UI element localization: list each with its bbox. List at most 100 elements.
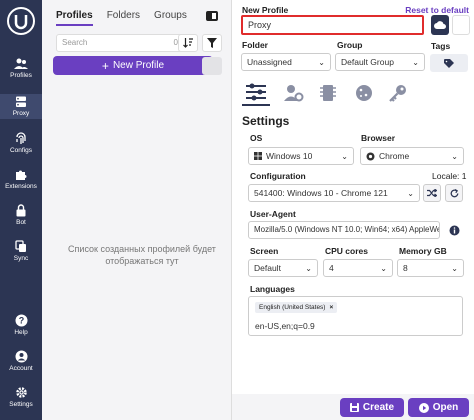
sidebar-item-configs[interactable]: Configs [0, 132, 42, 154]
lock-icon [16, 204, 26, 217]
tab-general[interactable] [242, 80, 270, 106]
tab-profiles[interactable]: Profiles [56, 10, 93, 26]
cookie-icon [356, 85, 372, 101]
gear-icon [15, 387, 27, 398]
languages-input[interactable]: English (United States) × en-US,en;q=0.9 [248, 296, 463, 336]
server-icon [16, 96, 26, 107]
profile-name-input[interactable]: Proxy [241, 15, 424, 35]
info-icon [449, 225, 459, 235]
group-select[interactable]: Default Group ⌄ [335, 53, 425, 71]
languages-label: Languages [250, 284, 295, 294]
cloud-storage-button[interactable] [431, 15, 449, 35]
tab-keys[interactable] [384, 80, 412, 106]
folder-select[interactable]: Unassigned ⌄ [241, 53, 331, 71]
tab-folders[interactable]: Folders [107, 10, 140, 26]
sync-icon [15, 240, 26, 252]
filter-button[interactable] [202, 34, 222, 52]
folder-label: Folder [242, 40, 268, 50]
tags-button[interactable] [430, 54, 468, 72]
sidebar-item-account[interactable]: Account [0, 350, 42, 372]
sidebar-item-label: Proxy [12, 110, 30, 117]
play-icon [418, 402, 429, 413]
puzzle-icon [15, 170, 26, 180]
create-button[interactable]: Create [340, 398, 404, 417]
group-label: Group [337, 40, 363, 50]
quick-profile-button[interactable] [202, 57, 222, 75]
fingerprint-icon [16, 132, 26, 144]
chevron-down-icon: ⌄ [451, 263, 458, 273]
new-profile-heading: New Profile [242, 5, 289, 15]
os-label: OS [250, 133, 263, 143]
new-profile-button[interactable]: + New Profile [53, 56, 213, 75]
tab-user-settings[interactable] [280, 80, 308, 106]
language-chip: English (United States) × [255, 302, 338, 313]
sidebar-item-label: Bot [16, 219, 26, 226]
search-placeholder: Search [62, 38, 88, 47]
chevron-down-icon: ⌄ [407, 188, 414, 198]
language-q-string: en-US,en;q=0.9 [255, 321, 315, 331]
sidebar-item-label: Help [14, 329, 28, 336]
sidebar-item-extensions[interactable]: Extensions [0, 168, 42, 190]
sidebar-item-bot[interactable]: Bot [0, 204, 42, 226]
sort-button[interactable] [178, 34, 198, 52]
screen-label: Screen [250, 246, 279, 256]
os-select[interactable]: Windows 10 ⌄ [248, 147, 354, 165]
info-button[interactable] [445, 222, 463, 238]
user-agent-label: User-Agent [250, 209, 296, 219]
settings-category-tabs [242, 80, 422, 108]
browser-select[interactable]: Chrome ⌄ [360, 147, 464, 165]
sort-icon [182, 38, 193, 48]
local-storage-button[interactable] [452, 15, 470, 35]
app-logo-icon [7, 7, 35, 35]
screen-select[interactable]: Default ⌄ [248, 259, 318, 277]
plus-icon: + [101, 58, 109, 73]
cloud-icon [434, 21, 446, 29]
refresh-icon [450, 188, 458, 197]
chevron-down-icon: ⌄ [305, 263, 312, 273]
windows-icon [254, 152, 262, 160]
memory-select[interactable]: 8 ⌄ [397, 259, 464, 277]
chevron-down-icon: ⌄ [380, 263, 387, 273]
memory-chip-icon [320, 85, 336, 101]
sidebar-item-label: Sync [13, 255, 29, 262]
search-input[interactable]: Search 0 [56, 34, 184, 52]
tags-label: Tags [431, 41, 451, 51]
sliders-icon [246, 83, 266, 101]
open-button[interactable]: Open [408, 398, 469, 417]
tab-cookies[interactable] [350, 80, 378, 106]
chevron-down-icon: ⌄ [318, 57, 325, 67]
sidebar-item-profiles[interactable]: Profiles [0, 58, 42, 79]
user-agent-input[interactable]: Mozilla/5.0 (Windows NT 10.0; Win64; x64… [248, 221, 440, 239]
remove-chip-icon[interactable]: × [329, 304, 333, 311]
sidebar-item-proxy[interactable]: Proxy [0, 94, 42, 119]
configuration-select[interactable]: 541400: Windows 10 - Chrome 121 ⌄ [248, 184, 420, 202]
refresh-button[interactable] [445, 184, 463, 202]
sidebar-item-help[interactable]: ? Help [0, 314, 42, 336]
sidebar-item-label: Account [9, 365, 33, 372]
sidebar-item-label: Configs [9, 147, 33, 154]
profiles-panel: Profiles Folders Groups Search 0 + New P… [42, 0, 232, 420]
sidebar-item-label: Extensions [5, 183, 37, 190]
shuffle-button[interactable] [423, 184, 441, 202]
locale-count: Locale: 1 [432, 171, 467, 181]
footer-bar: Create Open [232, 394, 474, 420]
sidebar-item-sync[interactable]: Sync [0, 240, 42, 262]
chevron-down-icon: ⌄ [412, 57, 419, 67]
chevron-down-icon: ⌄ [451, 151, 458, 161]
sidebar-item-settings[interactable]: Settings [0, 386, 42, 408]
tab-hardware[interactable] [314, 80, 342, 106]
svg-text:?: ? [18, 316, 24, 326]
panel-toggle-icon[interactable] [206, 11, 218, 21]
sidebar-item-label: Profiles [10, 72, 32, 79]
reset-to-default-link[interactable]: Reset to default [405, 5, 469, 15]
chevron-down-icon: ⌄ [341, 151, 348, 161]
profile-editor: New Profile Reset to default Proxy Folde… [232, 0, 474, 420]
memory-label: Memory GB [399, 246, 447, 256]
save-icon [349, 403, 359, 412]
empty-state-text: Список созданных профилей будет отобража… [68, 244, 216, 266]
cpu-cores-label: CPU cores [325, 246, 368, 256]
tab-groups[interactable]: Groups [154, 10, 187, 26]
account-icon [15, 350, 27, 363]
browser-label: Browser [361, 133, 396, 143]
cpu-cores-select[interactable]: 4 ⌄ [323, 259, 393, 277]
